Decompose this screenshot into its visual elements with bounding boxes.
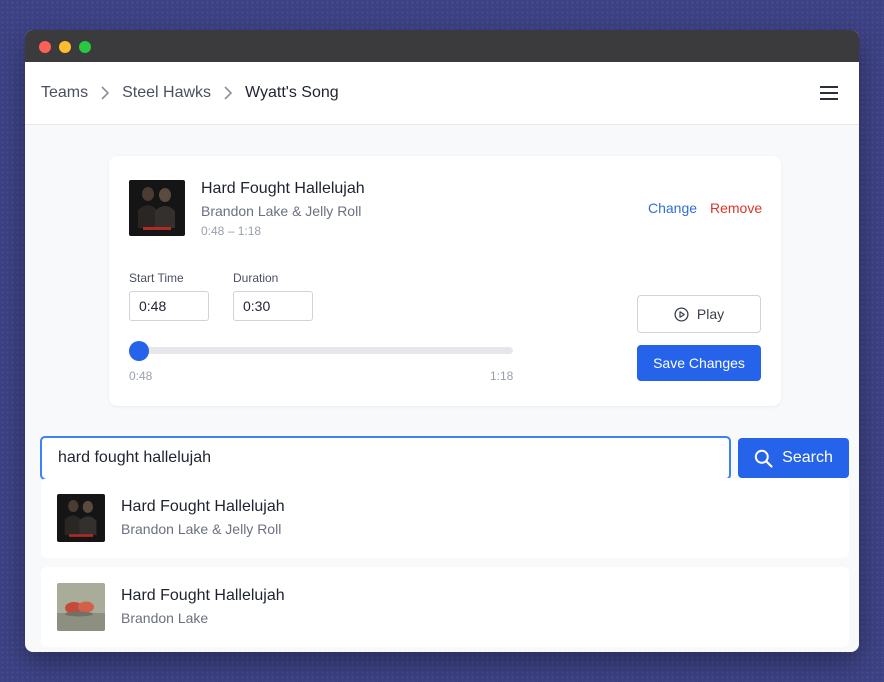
search-button[interactable]: Search xyxy=(738,438,849,478)
start-time-input[interactable] xyxy=(129,291,209,321)
start-time-label: Start Time xyxy=(129,271,184,285)
slider-min-label: 0:48 xyxy=(129,369,153,383)
result-artist: Brandon Lake xyxy=(121,610,209,626)
song-title: Hard Fought Hallelujah xyxy=(201,180,365,197)
selected-song-card: Hard Fought Hallelujah Brandon Lake & Je… xyxy=(109,156,781,406)
remove-song-link[interactable]: Remove xyxy=(710,200,762,216)
search-button-label: Search xyxy=(782,449,833,466)
breadcrumb-team[interactable]: Steel Hawks xyxy=(122,84,211,102)
search-result-item[interactable]: Hard Fought Hallelujah Brandon Lake & Je… xyxy=(41,478,849,558)
app-window: Teams Steel Hawks Wyatt's Song Hard Foug… xyxy=(25,30,859,652)
result-artist: Brandon Lake & Jelly Roll xyxy=(121,521,282,537)
duration-label: Duration xyxy=(233,271,279,285)
chevron-right-icon xyxy=(94,85,116,101)
clip-slider-track[interactable] xyxy=(129,347,513,354)
result-title: Hard Fought Hallelujah xyxy=(121,587,285,604)
album-art xyxy=(57,583,105,631)
song-artist: Brandon Lake & Jelly Roll xyxy=(201,203,362,219)
search-input[interactable] xyxy=(40,436,731,480)
play-button-label: Play xyxy=(696,306,725,322)
chevron-right-icon xyxy=(217,85,239,101)
close-window-button[interactable] xyxy=(39,41,51,53)
duration-input[interactable] xyxy=(233,291,313,321)
breadcrumb: Teams Steel Hawks Wyatt's Song xyxy=(41,84,339,102)
breadcrumb-teams[interactable]: Teams xyxy=(41,84,88,102)
play-button[interactable]: Play xyxy=(637,295,761,333)
breadcrumb-current: Wyatt's Song xyxy=(245,84,339,101)
song-time-range: 0:48 – 1:18 xyxy=(201,224,262,238)
hamburger-menu-icon[interactable] xyxy=(819,84,839,102)
album-art xyxy=(129,180,185,236)
slider-max-label: 1:18 xyxy=(490,369,514,383)
save-changes-button[interactable]: Save Changes xyxy=(637,345,761,381)
search-result-item[interactable]: Hard Fought Hallelujah Brandon Lake xyxy=(41,567,849,647)
album-art xyxy=(57,494,105,542)
search-icon xyxy=(754,449,773,468)
clip-slider-thumb[interactable] xyxy=(129,341,149,361)
header: Teams Steel Hawks Wyatt's Song xyxy=(25,62,859,125)
play-circle-icon xyxy=(674,306,689,322)
result-title: Hard Fought Hallelujah xyxy=(121,498,285,515)
title-bar xyxy=(25,30,859,62)
change-song-link[interactable]: Change xyxy=(648,200,697,216)
zoom-window-button[interactable] xyxy=(79,41,91,53)
minimize-window-button[interactable] xyxy=(59,41,71,53)
